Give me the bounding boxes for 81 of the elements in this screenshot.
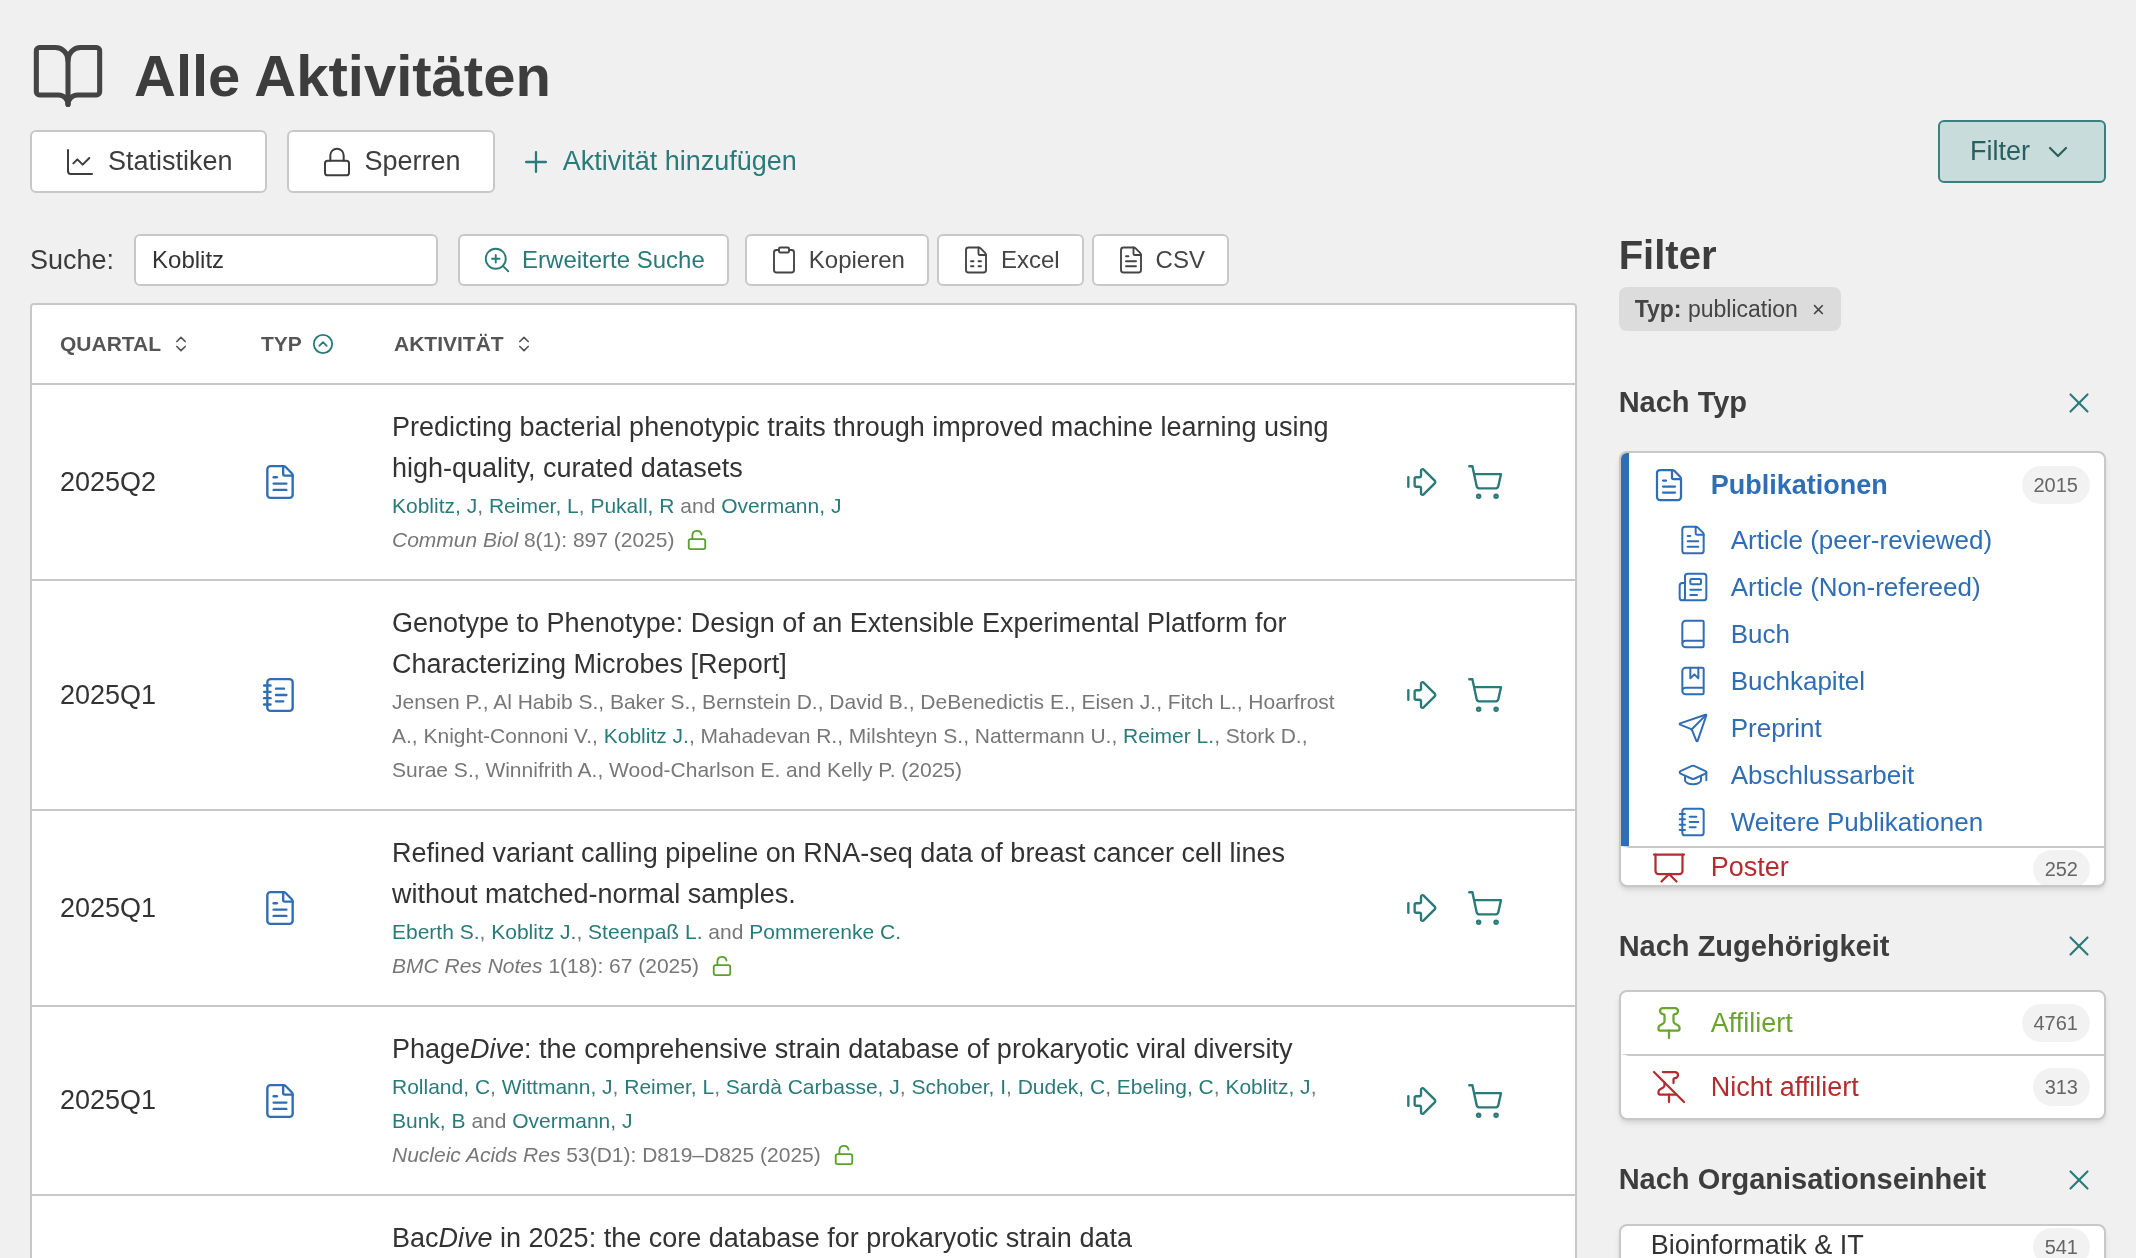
count-badge: 313: [2032, 1068, 2090, 1106]
count-badge: 541: [2032, 1227, 2090, 1258]
filter-subitem[interactable]: Article (Non-refereed): [1628, 563, 2104, 611]
author-link[interactable]: Eberth S.: [392, 920, 480, 943]
author-link[interactable]: Wittmann, J: [501, 1075, 613, 1098]
filter-button[interactable]: Filter: [1938, 120, 2106, 183]
count-badge: 2015: [2021, 465, 2090, 504]
excel-export-button[interactable]: Excel: [936, 234, 1084, 286]
search-field[interactable]: Koblitz: [134, 234, 439, 286]
csv-export-button[interactable]: CSV: [1091, 234, 1229, 286]
quarter-cell: 2025Q1: [60, 679, 157, 710]
author-link[interactable]: Reimer L.: [1123, 724, 1215, 747]
statistics-button[interactable]: Statistiken: [30, 130, 267, 193]
filter-subitem[interactable]: Preprint: [1628, 704, 2104, 752]
column-header[interactable]: AKTIVITÄT: [392, 328, 534, 360]
author-link[interactable]: Reimer, L: [624, 1075, 715, 1098]
publication-source: BMC Res Notes 1(18): 67 (2025): [392, 953, 699, 979]
author-link[interactable]: Ebeling, C: [1116, 1075, 1214, 1098]
filter-subitem[interactable]: Buchkapitel: [1628, 657, 2104, 705]
cart-icon[interactable]: [1466, 676, 1504, 714]
count-badge: 252: [2032, 849, 2090, 885]
author-link[interactable]: Overmann, J: [512, 1109, 633, 1132]
quarter-cell: 2025Q1: [60, 892, 157, 923]
author-list: Koblitz, J, Reimer, L, Pukall, R and Overmann, J: [392, 489, 1352, 523]
filter-subitem[interactable]: Buch: [1628, 610, 2104, 658]
author-link[interactable]: Pukall, R: [590, 494, 675, 517]
count-badge: 4761: [2021, 1004, 2090, 1042]
activity-title: BacDive in 2025: the core database for prokaryotic strain data: [392, 1222, 1133, 1255]
author-list: Eberth S., Koblitz J., Steenpaß L. and Pommerenke C.: [392, 915, 1352, 949]
cart-icon[interactable]: [1466, 463, 1504, 501]
author-list: Jensen P., Al Habib S., Baker S., Bernstein D., David B., DeBenedictis E., Eisen J., Fitch L., Hoarfrost A., Knight-Connoni V., Koblitz J., Mahadevan R., Milshteyn S., Nattermann U., Reimer L., Stork D., Surae S., Winnifrith A., Wood-Charlson E. and Kelly P. (2025): [392, 685, 1352, 787]
author-link[interactable]: Pommerenke C.: [749, 920, 901, 943]
author-link[interactable]: Steenpaß L.: [588, 920, 703, 943]
publication-source: Commun Biol 8(1): 897 (2025): [392, 527, 675, 553]
filter-item[interactable]: Nicht affiliert 313: [1628, 1056, 2104, 1118]
filter-item[interactable]: Poster 252: [1628, 847, 2104, 885]
copy-export-button[interactable]: Kopieren: [744, 234, 929, 286]
column-header[interactable]: QUARTAL: [32, 328, 257, 360]
column-header[interactable]: TYP: [257, 328, 392, 360]
activity-title: Refined variant calling pipeline on RNA-seq data of breast cancer cell lines without matched-normal samples.: [392, 837, 1286, 911]
filter-chip-label: Typ: publication: [1634, 294, 1798, 324]
advanced-search-button[interactable]: Erweiterte Suche: [458, 234, 729, 286]
pin-off-icon: [1650, 1069, 1687, 1105]
quarter-cell: 2025Q1: [60, 1085, 157, 1116]
author-link[interactable]: Koblitz, J: [1225, 1075, 1311, 1098]
filter-item[interactable]: Publikationen 2015: [1628, 452, 2104, 517]
section-heading: Nach Organisationseinheit: [1618, 1162, 1987, 1197]
author-link[interactable]: Koblitz J.: [491, 920, 577, 943]
publication-source: Nucleic Acids Res 53(D1): D819–D825 (2025): [392, 1142, 821, 1168]
lock-button[interactable]: Sperren: [286, 130, 495, 193]
paper-plane-icon: [1676, 712, 1709, 744]
filter-item[interactable]: Affiliert 4761: [1628, 992, 2104, 1054]
filter-item[interactable]: Bioinformatik & IT 541: [1628, 1225, 2104, 1258]
author-link[interactable]: Overmann, J: [721, 494, 842, 517]
quarter-cell: 2025Q2: [60, 466, 157, 497]
author-link[interactable]: Koblitz J.: [603, 724, 689, 747]
author-link[interactable]: Rolland, C: [392, 1075, 491, 1098]
filter-subitem[interactable]: Weitere Publikationen: [1628, 798, 2104, 846]
author-link[interactable]: Reimer, L: [488, 494, 579, 517]
filter-heading: Filter: [1618, 235, 1718, 275]
author-link[interactable]: Bunk, B: [392, 1109, 466, 1132]
newspaper-icon: [1676, 571, 1709, 603]
author-link[interactable]: Dudek, C: [1017, 1075, 1106, 1098]
add-activity-link[interactable]: Aktivität hinzufügen: [514, 141, 801, 182]
author-link[interactable]: Schober, I: [911, 1075, 1006, 1098]
activity-title: PhageDive: the comprehensive strain database of prokaryotic viral diversity: [392, 1033, 1294, 1066]
cart-icon[interactable]: [1466, 1081, 1504, 1120]
section-heading: Nach Typ: [1618, 385, 1748, 420]
page-title: Alle Aktivitäten: [134, 47, 551, 105]
activity-title: Predicting bacterial phenotypic traits through improved machine learning using high-quality, curated datasets: [392, 411, 1330, 485]
author-list: Rolland, C, Wittmann, J, Reimer, L, Sardà Carbasse, J, Schober, I, Dudek, C, Ebeling, C, Koblitz, J, Bunk, B and Overmann, J: [392, 1070, 1352, 1138]
filter-subitem[interactable]: Abschlussarbeit: [1628, 751, 2104, 799]
chip-remove[interactable]: ×: [1811, 292, 1825, 326]
author-link[interactable]: Sardà Carbasse, J: [725, 1075, 900, 1098]
activity-title: Genotype to Phenotype: Design of an Extensible Experimental Platform for Characterizing Microbes [Report]: [392, 607, 1288, 681]
cart-icon[interactable]: [1466, 889, 1504, 927]
section-heading: Nach Zugehörigkeit: [1618, 928, 1890, 964]
author-link[interactable]: Koblitz, J: [392, 494, 478, 517]
filter-chip[interactable]: Typ: publication ×: [1618, 287, 1841, 331]
search-label: Suche:: [30, 243, 115, 277]
filter-subitem[interactable]: Article (peer-reviewed): [1628, 516, 2104, 564]
